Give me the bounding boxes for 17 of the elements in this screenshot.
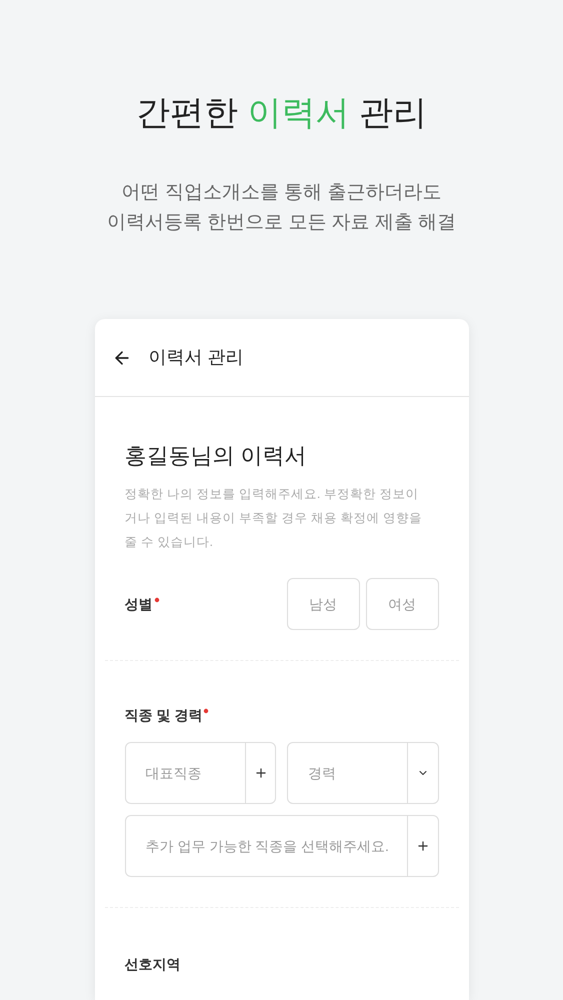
subtitle-line: 이력서등록 한번으로 모든 자료 제출 해결 xyxy=(106,211,456,235)
main-job-box[interactable]: 대표직종 xyxy=(124,742,276,804)
gender-option[interactable]: 여성 xyxy=(366,578,438,630)
headline: 간편한 이력서 관리 xyxy=(136,93,427,134)
field-label: 직종 및 경력 xyxy=(124,706,202,725)
add-icon[interactable] xyxy=(416,839,430,853)
gender-option[interactable]: 남성 xyxy=(286,578,360,630)
field-label: 선호지역 xyxy=(124,955,180,974)
field-label: 성별 xyxy=(124,594,152,614)
subtitle-line: 어떤 직업소개소를 통해 출근하더라도 xyxy=(122,181,442,205)
main-job-field[interactable]: 대표직종 xyxy=(126,743,245,803)
career-select[interactable]: 경력 xyxy=(288,743,406,803)
career-box[interactable]: 경력 xyxy=(287,742,438,804)
header-title: 이력서 관리 xyxy=(148,346,244,369)
resume-title: 홍길동님의 이력서 xyxy=(124,442,308,470)
description: 정확한 나의 정보를 입력해주세요. 부정확한 정보이거나 입력된 내용이 부족할 경우 채용 확정에 영향을 줄 수 있습니다. xyxy=(124,486,423,551)
add-icon[interactable] xyxy=(254,766,268,780)
